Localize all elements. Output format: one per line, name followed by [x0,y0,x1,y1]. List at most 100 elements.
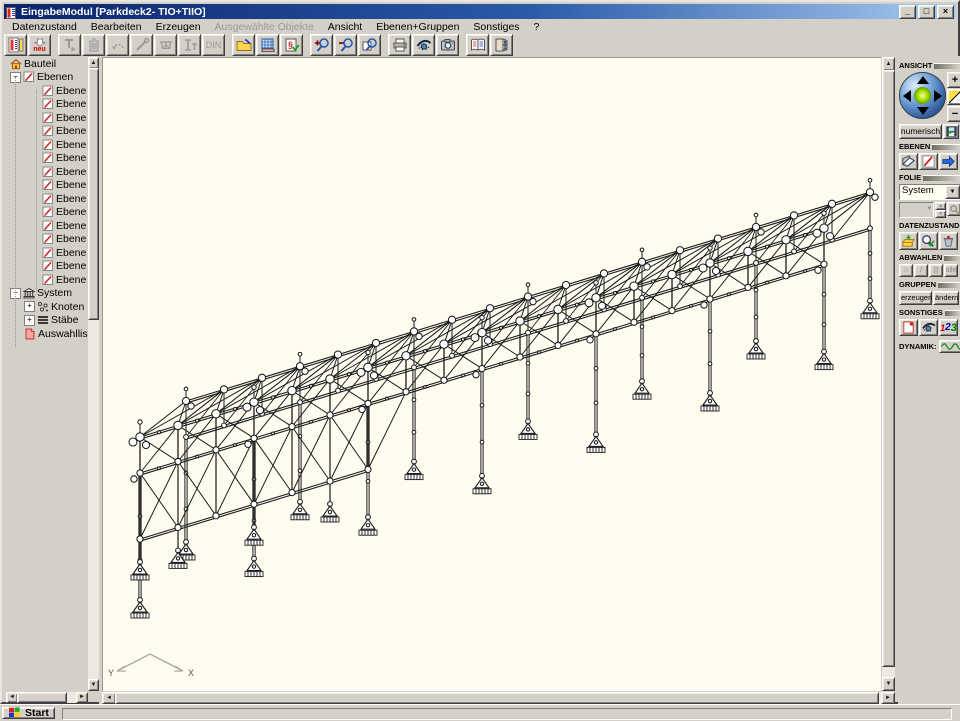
scroll-left-icon[interactable]: ◄ [102,692,116,704]
rotate-down-icon[interactable] [917,107,929,115]
tree-item-ebene-12[interactable]: Ebene 12 [6,233,88,247]
toolbar-bemessung-button[interactable] [256,34,279,56]
toolbar-normen-button[interactable]: § [280,34,303,56]
view-rotate-pad[interactable] [899,72,946,119]
ebene-3d-button[interactable] [899,153,918,170]
menu-sonstiges[interactable]: Sonstiges [466,21,526,33]
tree-item-system[interactable]: −System [6,287,88,301]
spin-up-icon: ▲ [935,202,946,210]
tree-item-ebene-15[interactable]: Ebene 15 [6,273,88,287]
folie-combobox[interactable]: System ▼ [899,184,960,200]
tree-item-ebene-5[interactable]: Ebene 5 [6,138,88,152]
close-button[interactable]: × [937,5,954,19]
scroll-up-icon[interactable]: ▲ [882,57,895,71]
canvas-horizontal-scrollbar[interactable]: ◄ ► [102,692,895,704]
tree-item-ebenen[interactable]: −Ebenen [6,71,88,85]
ebene-icon [42,85,54,97]
datenzustand-pruefen-button[interactable] [919,232,938,250]
tree-item-ebene-11[interactable]: Ebene 11 [6,219,88,233]
tree-item-auswahlliste[interactable]: Auswahlliste [6,327,88,341]
toolbar-bauteil-verwaltung-button[interactable] [4,34,27,56]
tree-horizontal-scrollbar[interactable]: ◄ ► [6,692,88,703]
page-red-icon [24,328,36,340]
tree-item-ebene-8[interactable]: Ebene 8 [6,179,88,193]
tree-item-ebene-7[interactable]: Ebene 7 [6,165,88,179]
gruppe-erzeugen-button[interactable]: erzeugen [899,291,932,305]
svg-text:···: ··· [708,261,711,265]
rotate-right-icon[interactable] [934,90,942,102]
toolbar-zoom-out-button[interactable] [334,34,357,56]
scroll-right-icon[interactable]: ► [881,692,895,704]
auswahlliste-button[interactable] [899,319,918,336]
menu-datenzustand[interactable]: Datenzustand [5,21,84,33]
tree-item-ebene-9[interactable]: Ebene 9 [6,192,88,206]
tree-item-ebene-4[interactable]: Ebene 4 [6,125,88,139]
view-center-glow[interactable] [914,87,931,104]
perspective-button[interactable] [947,89,960,105]
right-panel: ANSICHT + − numerisch [898,56,960,708]
menu-[interactable]: ? [527,21,547,33]
titlebar[interactable]: EingabeModul [Parkdeck2- TIO+TIIO] _□× [4,4,956,19]
minimize-button[interactable]: _ [899,5,916,19]
tree-item-bauteil[interactable]: Bauteil [6,57,88,71]
scroll-right-icon[interactable]: ► [76,692,88,703]
tree-item-ebene-14[interactable]: Ebene 14 [6,260,88,274]
tree-item-ebene-10[interactable]: Ebene 10 [6,206,88,220]
toolbar-schnappschuss-button[interactable] [436,34,459,56]
model-canvas[interactable]: ········································… [102,57,881,691]
datenzustand-laden-button[interactable] [899,232,918,250]
toolbar-beenden-button[interactable] [490,34,513,56]
numerisch-button[interactable]: numerisch [899,124,942,139]
rotate-up-icon[interactable] [917,76,929,84]
canvas-vscroll-thumb[interactable] [882,70,895,667]
toolbar-handbuch-button[interactable] [466,34,489,56]
tree-hscroll-thumb[interactable] [17,692,67,703]
menu-bearbeiten[interactable]: Bearbeiten [84,21,149,33]
tree-vertical-scrollbar[interactable]: ▲ ▼ [88,57,99,691]
zoom-plus-button[interactable]: + [947,72,960,88]
tree-item-ebene-13[interactable]: Ebene 13 [6,246,88,260]
magnifier-icon [949,204,960,215]
toolbar-zoom-in-button[interactable] [310,34,333,56]
sichtbarkeit-button[interactable] [919,319,938,336]
maximize-button[interactable]: □ [918,5,935,19]
ebene-weiter-button[interactable] [939,153,958,170]
datenzustand-verwerfen-button[interactable] [939,232,958,250]
menu-ansicht[interactable]: Ansicht [321,21,369,33]
chevron-down-icon[interactable]: ▼ [945,185,960,199]
tree-item-label: System [37,287,72,299]
toolbar-ansicht-einstellungen-button[interactable] [412,34,435,56]
menu-ebenen-gruppen[interactable]: Ebenen+Gruppen [369,21,466,33]
tree-item-label: Auswahlliste [38,328,88,340]
toolbar-neu-button[interactable]: neu [28,34,51,56]
expand-box-icon[interactable]: + [24,315,35,326]
gruppe-aendern-button[interactable]: ändern [933,291,959,305]
wireframe-model[interactable]: ········································… [102,57,881,691]
ebene-bearbeiten-button[interactable] [919,153,938,170]
expand-box-icon[interactable]: + [24,301,35,312]
menu-erzeugen[interactable]: Erzeugen [149,21,208,33]
toolbar-drucken-button[interactable] [388,34,411,56]
toolbar-datenzustand-laden-button[interactable] [232,34,255,56]
tree-item-knoten[interactable]: +Knoten [6,300,88,314]
abwahl-linien-button: ||| [929,264,943,277]
save-view-button[interactable] [943,124,959,139]
start-button[interactable]: Start [2,707,55,719]
tree-item-ebene-6[interactable]: Ebene 6 [6,152,88,166]
rotate-left-icon[interactable] [903,90,911,102]
tree-item-ebene-1[interactable]: Ebene 1 [6,84,88,98]
zoom-minus-button[interactable]: − [947,106,960,122]
toolbar-zoom-fenster-button[interactable] [358,34,381,56]
dynamik-button[interactable] [939,340,960,353]
tree-item-label: Ebene 1 [56,85,88,97]
tree-item-st-be[interactable]: +Stäbe [6,314,88,328]
tree-item-label: Ebene 6 [56,152,88,164]
scroll-down-icon[interactable]: ▼ [88,679,99,691]
canvas-vertical-scrollbar[interactable]: ▲ ▼ [882,57,895,691]
tree-item-ebene-2[interactable]: Ebene 2 [6,98,88,112]
scroll-down-icon[interactable]: ▼ [882,677,895,691]
canvas-hscroll-thumb[interactable] [115,692,879,704]
tree-item-ebene-3[interactable]: Ebene 3 [6,111,88,125]
tree-vscroll-thumb[interactable] [88,68,99,320]
nummern-anzeigen-button[interactable]: 123 [939,319,958,336]
